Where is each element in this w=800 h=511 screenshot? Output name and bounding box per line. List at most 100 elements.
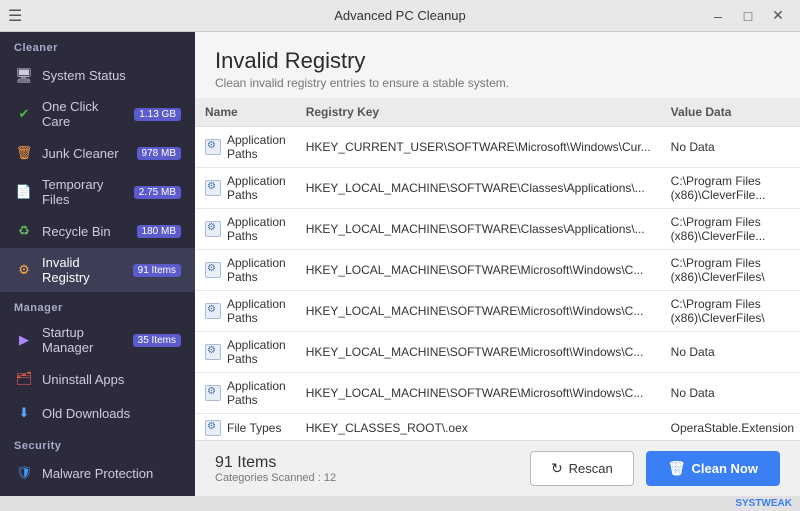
hamburger-icon[interactable]: ☰ xyxy=(8,6,22,26)
sidebar-item-startup-manager[interactable]: ▶ Startup Manager 35 Items xyxy=(0,318,195,362)
one-click-care-badge: 1.13 GB xyxy=(134,108,181,121)
registry-row-icon xyxy=(205,420,221,436)
row-name-cell: Application Paths xyxy=(195,332,296,373)
row-name: Application Paths xyxy=(227,174,286,202)
footer-bar: 91 Items Categories Scanned : 12 ↻ Resca… xyxy=(195,440,800,496)
cleaner-section-label: Cleaner xyxy=(0,32,195,58)
sidebar-label-startup-manager: Startup Manager xyxy=(42,325,125,355)
table-row[interactable]: Application Paths HKEY_LOCAL_MACHINE\SOF… xyxy=(195,168,800,209)
table-row[interactable]: Application Paths HKEY_LOCAL_MACHINE\SOF… xyxy=(195,373,800,414)
content-area: Invalid Registry Clean invalid registry … xyxy=(195,32,800,496)
registry-row-icon xyxy=(205,344,221,360)
row-registry-key: HKEY_LOCAL_MACHINE\SOFTWARE\Microsoft\Wi… xyxy=(296,373,661,414)
registry-table-container[interactable]: Name Registry Key Value Data Application… xyxy=(195,98,800,440)
row-name: Application Paths xyxy=(227,297,286,325)
sidebar-label-uninstall-apps: Uninstall Apps xyxy=(42,372,181,387)
row-registry-key: HKEY_LOCAL_MACHINE\SOFTWARE\Classes\Appl… xyxy=(296,209,661,250)
rescan-button[interactable]: ↻ Rescan xyxy=(530,451,634,486)
table-row[interactable]: File Types HKEY_CLASSES_ROOT\.oex OperaS… xyxy=(195,414,800,441)
row-registry-key: HKEY_CLASSES_ROOT\.oex xyxy=(296,414,661,441)
security-section-label: Security xyxy=(0,430,195,456)
sidebar-item-temporary-files[interactable]: 📄 Temporary Files 2.75 MB xyxy=(0,170,195,214)
row-name-cell: Application Paths xyxy=(195,291,296,332)
registry-row-icon xyxy=(205,221,221,237)
check-circle-icon: ✔ xyxy=(14,104,34,124)
registry-row-icon xyxy=(205,180,221,196)
table-row[interactable]: Application Paths HKEY_LOCAL_MACHINE\SOF… xyxy=(195,250,800,291)
page-title: Invalid Registry xyxy=(215,48,780,74)
table-body: Application Paths HKEY_CURRENT_USER\SOFT… xyxy=(195,127,800,441)
systweak-branding: SYSTWEAK xyxy=(0,496,800,511)
row-registry-key: HKEY_LOCAL_MACHINE\SOFTWARE\Microsoft\Wi… xyxy=(296,332,661,373)
sidebar: Cleaner 🖥 System Status ✔ One Click Care… xyxy=(0,32,195,496)
row-value-data: No Data xyxy=(661,332,800,373)
row-name: File Types xyxy=(227,421,281,435)
footer-info: 91 Items Categories Scanned : 12 xyxy=(215,454,336,484)
col-registry-key: Registry Key xyxy=(296,98,661,127)
row-name: Application Paths xyxy=(227,133,286,161)
table-row[interactable]: Application Paths HKEY_LOCAL_MACHINE\SOF… xyxy=(195,291,800,332)
row-value-data: No Data xyxy=(661,373,800,414)
row-value-data: C:\Program Files (x86)\CleverFiles\ xyxy=(661,291,800,332)
recycle-bin-badge: 180 MB xyxy=(137,225,181,238)
junk-icon: 🗑 xyxy=(14,143,34,163)
row-registry-key: HKEY_LOCAL_MACHINE\SOFTWARE\Microsoft\Wi… xyxy=(296,291,661,332)
registry-table: Name Registry Key Value Data Application… xyxy=(195,98,800,440)
titlebar: ☰ Advanced PC Cleanup – □ ✕ xyxy=(0,0,800,32)
minimize-button[interactable]: – xyxy=(704,5,732,27)
uninstall-icon: 🗂 xyxy=(14,369,34,389)
malware-icon: 🛡 xyxy=(14,463,34,483)
row-name-cell: Application Paths xyxy=(195,127,296,168)
clean-label: Clean Now xyxy=(692,461,758,476)
row-name: Application Paths xyxy=(227,338,286,366)
row-name: Application Paths xyxy=(227,379,286,407)
window-controls: – □ ✕ xyxy=(704,5,792,27)
sidebar-item-uninstall-apps[interactable]: 🗂 Uninstall Apps xyxy=(0,362,195,396)
page-subtitle: Clean invalid registry entries to ensure… xyxy=(215,76,780,90)
sidebar-item-invalid-registry[interactable]: ⚙ Invalid Registry 91 Items xyxy=(0,248,195,292)
table-row[interactable]: Application Paths HKEY_CURRENT_USER\SOFT… xyxy=(195,127,800,168)
rescan-icon: ↻ xyxy=(551,460,563,477)
registry-row-icon xyxy=(205,139,221,155)
row-value-data: OperaStable.Extension xyxy=(661,414,800,441)
sidebar-item-junk-cleaner[interactable]: 🗑 Junk Cleaner 978 MB xyxy=(0,136,195,170)
sidebar-label-invalid-registry: Invalid Registry xyxy=(42,255,125,285)
content-header: Invalid Registry Clean invalid registry … xyxy=(195,32,800,98)
temp-files-badge: 2.75 MB xyxy=(134,186,181,199)
registry-icon: ⚙ xyxy=(14,260,34,280)
systweak-logo-text: SYSTWEAK xyxy=(735,498,792,509)
row-name-cell: File Types xyxy=(195,414,296,441)
junk-cleaner-badge: 978 MB xyxy=(137,147,181,160)
registry-row-icon xyxy=(205,262,221,278)
startup-badge: 35 Items xyxy=(133,334,181,347)
categories-scanned: Categories Scanned : 12 xyxy=(215,472,336,484)
sidebar-item-recycle-bin[interactable]: ♻ Recycle Bin 180 MB xyxy=(0,214,195,248)
registry-row-icon xyxy=(205,303,221,319)
startup-icon: ▶ xyxy=(14,330,34,350)
items-count: 91 Items xyxy=(215,454,336,472)
sidebar-item-one-click-care[interactable]: ✔ One Click Care 1.13 GB xyxy=(0,92,195,136)
row-name-cell: Application Paths xyxy=(195,250,296,291)
maximize-button[interactable]: □ xyxy=(734,5,762,27)
table-row[interactable]: Application Paths HKEY_LOCAL_MACHINE\SOF… xyxy=(195,209,800,250)
rescan-label: Rescan xyxy=(569,461,613,476)
row-registry-key: HKEY_CURRENT_USER\SOFTWARE\Microsoft\Win… xyxy=(296,127,661,168)
col-value-data: Value Data xyxy=(661,98,800,127)
downloads-icon: ⬇ xyxy=(14,403,34,423)
app-title: Advanced PC Cleanup xyxy=(334,8,466,23)
sidebar-item-old-downloads[interactable]: ⬇ Old Downloads xyxy=(0,396,195,430)
table-header: Name Registry Key Value Data xyxy=(195,98,800,127)
invalid-registry-badge: 91 Items xyxy=(133,264,181,277)
table-row[interactable]: Application Paths HKEY_LOCAL_MACHINE\SOF… xyxy=(195,332,800,373)
sidebar-item-system-status[interactable]: 🖥 System Status xyxy=(0,58,195,92)
row-registry-key: HKEY_LOCAL_MACHINE\SOFTWARE\Classes\Appl… xyxy=(296,168,661,209)
clean-now-button[interactable]: 🗑 Clean Now xyxy=(646,451,780,486)
footer-actions: ↻ Rescan 🗑 Clean Now xyxy=(530,451,780,486)
registry-row-icon xyxy=(205,385,221,401)
sidebar-label-temporary-files: Temporary Files xyxy=(42,177,126,207)
close-button[interactable]: ✕ xyxy=(764,5,792,27)
row-name-cell: Application Paths xyxy=(195,209,296,250)
row-value-data: C:\Program Files (x86)\CleverFile... xyxy=(661,168,800,209)
sidebar-item-malware-protection[interactable]: 🛡 Malware Protection xyxy=(0,456,195,490)
sidebar-item-identity-protection[interactable]: 🔒 Identity Protection 42 Items xyxy=(0,490,195,496)
